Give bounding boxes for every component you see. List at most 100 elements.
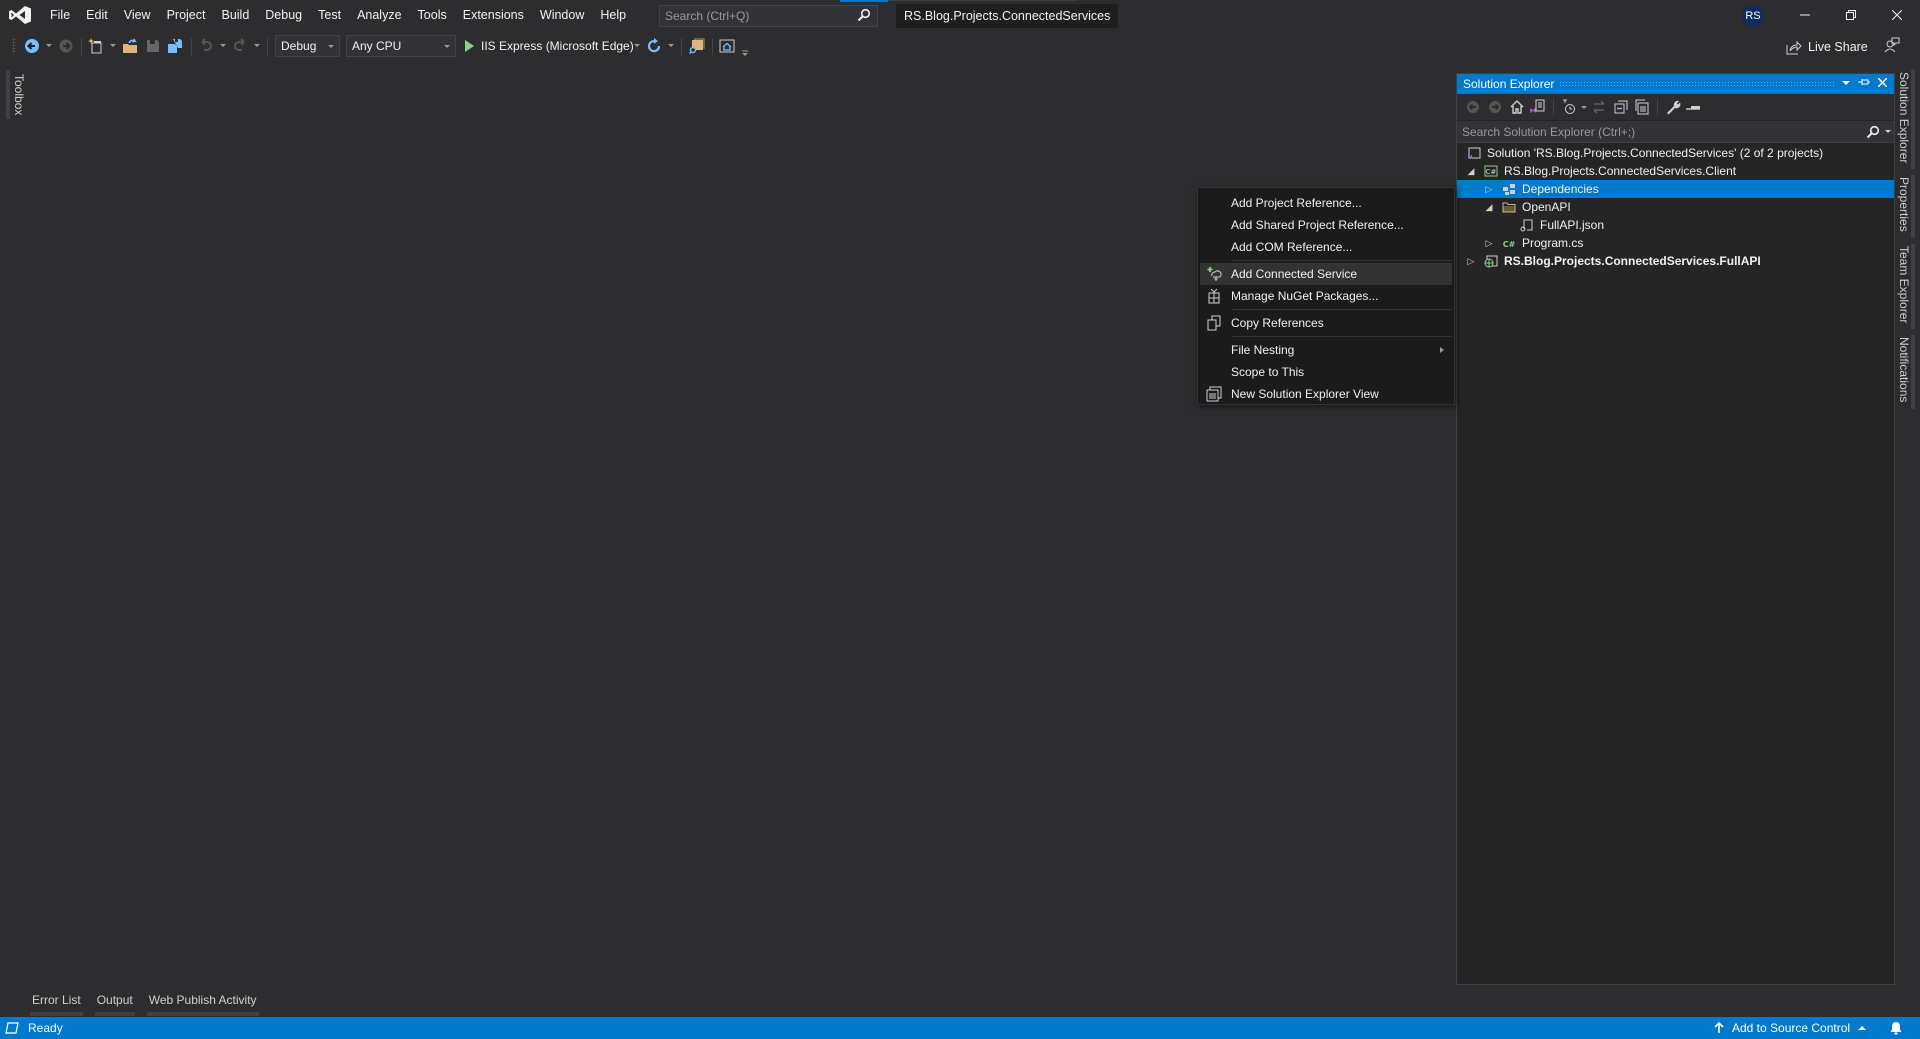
- refresh-dropdown[interactable]: [668, 44, 674, 47]
- toolbar-overflow-button[interactable]: [741, 46, 749, 56]
- close-icon: [1892, 10, 1902, 20]
- window-position-button[interactable]: [1838, 74, 1854, 94]
- pin-icon: [1858, 79, 1870, 85]
- collapsed-arrow-icon[interactable]: ▷: [1483, 234, 1495, 252]
- tree-item-fullapi-project[interactable]: ▷ RS.Blog.Projects.ConnectedServices.Ful…: [1457, 252, 1894, 270]
- csharp-project-icon: C#: [1484, 165, 1498, 177]
- solution-explorer-header[interactable]: Solution Explorer: [1457, 74, 1894, 94]
- tree-item-dependencies[interactable]: ▷ Dependencies: [1457, 180, 1894, 198]
- save-all-icon[interactable]: [167, 38, 183, 54]
- auto-hide-button[interactable]: [1856, 74, 1872, 94]
- menu-item-scope-to-this[interactable]: Scope to This: [1200, 361, 1452, 383]
- save-icon[interactable]: [145, 38, 161, 54]
- menu-extensions[interactable]: Extensions: [455, 0, 532, 30]
- close-panel-button[interactable]: [1874, 74, 1890, 94]
- menu-build[interactable]: Build: [213, 0, 257, 30]
- menu-window[interactable]: Window: [532, 0, 592, 30]
- navigate-back-dropdown[interactable]: [46, 44, 52, 47]
- menu-analyze[interactable]: Analyze: [349, 0, 409, 30]
- menu-file[interactable]: File: [42, 0, 78, 30]
- status-text: Ready: [28, 1021, 63, 1035]
- tab-team-explorer[interactable]: Team Explorer: [1895, 244, 1915, 330]
- sync-with-active-document-icon[interactable]: [1591, 99, 1607, 115]
- tab-output[interactable]: Output: [94, 990, 135, 1016]
- collapsed-arrow-icon[interactable]: ▷: [1465, 252, 1477, 270]
- start-debugging-button[interactable]: IIS Express (Microsoft Edge): [463, 36, 634, 56]
- navigate-forward-icon[interactable]: [58, 38, 74, 54]
- chevron-down-icon: [444, 45, 450, 48]
- notifications-bell-icon[interactable]: [1889, 1021, 1903, 1035]
- undo-dropdown[interactable]: [220, 44, 226, 47]
- redo-icon[interactable]: [232, 38, 248, 54]
- minimize-button[interactable]: [1782, 0, 1828, 30]
- solution-explorer-search-input[interactable]: Search Solution Explorer (Ctrl+;): [1457, 121, 1894, 143]
- pending-changes-filter-icon[interactable]: [1561, 99, 1577, 115]
- menu-item-add-shared-project-reference[interactable]: Add Shared Project Reference...: [1200, 214, 1452, 236]
- menu-debug[interactable]: Debug: [257, 0, 310, 30]
- new-project-dropdown[interactable]: [110, 44, 116, 47]
- home-icon[interactable]: [1509, 99, 1525, 115]
- arrow-up-icon: [1714, 1022, 1724, 1033]
- properties-wrench-icon[interactable]: [1665, 99, 1681, 115]
- menu-item-add-project-reference[interactable]: Add Project Reference...: [1200, 192, 1452, 214]
- menu-view[interactable]: View: [116, 0, 159, 30]
- browser-link-icon[interactable]: [719, 38, 735, 54]
- menu-item-add-com-reference[interactable]: Add COM Reference...: [1200, 236, 1452, 258]
- close-button[interactable]: [1874, 0, 1920, 30]
- solution-name: RS.Blog.Projects.ConnectedServices: [896, 4, 1119, 28]
- preview-selected-items-icon[interactable]: [1685, 99, 1701, 115]
- toolbar-grip[interactable]: [12, 38, 16, 54]
- switch-views-icon[interactable]: [1529, 99, 1545, 115]
- refresh-browser-icon[interactable]: [646, 38, 662, 54]
- solution-explorer-toolbar: [1457, 94, 1894, 120]
- collapsed-arrow-icon[interactable]: ▷: [1483, 180, 1495, 198]
- navigate-back-icon[interactable]: [24, 38, 40, 54]
- solution-configuration-value: Debug: [281, 39, 317, 53]
- tab-properties[interactable]: Properties: [1895, 175, 1915, 239]
- show-all-files-icon[interactable]: [1634, 99, 1650, 115]
- menu-tools[interactable]: Tools: [410, 0, 455, 30]
- open-file-icon[interactable]: [122, 38, 138, 54]
- collapse-all-icon[interactable]: [1613, 99, 1629, 115]
- forward-icon[interactable]: [1487, 99, 1503, 115]
- tree-item-fullapi-json[interactable]: FullAPI.json: [1457, 216, 1894, 234]
- filter-dropdown[interactable]: [1581, 106, 1587, 109]
- run-target-dropdown[interactable]: [634, 44, 640, 47]
- tab-error-list[interactable]: Error List: [30, 990, 83, 1016]
- tree-item-program-cs[interactable]: ▷ C# Program.cs: [1457, 234, 1894, 252]
- tree-item-client-project[interactable]: ◢ C# RS.Blog.Projects.ConnectedServices.…: [1457, 162, 1894, 180]
- quick-search-input[interactable]: Search (Ctrl+Q): [659, 5, 878, 27]
- menu-item-file-nesting[interactable]: File Nesting: [1200, 339, 1452, 361]
- undo-icon[interactable]: [198, 38, 214, 54]
- menu-item-copy-references[interactable]: Copy References: [1200, 312, 1452, 334]
- solution-platform-select[interactable]: Any CPU: [346, 35, 456, 57]
- search-options-dropdown-icon[interactable]: [1885, 130, 1891, 134]
- menu-project[interactable]: Project: [159, 0, 214, 30]
- tree-item-solution[interactable]: Solution 'RS.Blog.Projects.ConnectedServ…: [1457, 144, 1894, 162]
- expanded-arrow-icon[interactable]: ◢: [1483, 198, 1495, 216]
- add-to-source-control-button[interactable]: Add to Source Control: [1714, 1017, 1867, 1039]
- menu-edit[interactable]: Edit: [78, 0, 116, 30]
- run-target-label: IIS Express (Microsoft Edge): [481, 39, 634, 53]
- tab-notifications[interactable]: Notifications: [1895, 335, 1915, 409]
- redo-dropdown[interactable]: [254, 44, 260, 47]
- new-project-icon[interactable]: [88, 38, 104, 54]
- tab-web-publish-activity[interactable]: Web Publish Activity: [146, 990, 259, 1016]
- menu-item-manage-nuget-packages[interactable]: Manage NuGet Packages...: [1200, 285, 1452, 307]
- menu-test[interactable]: Test: [310, 0, 349, 30]
- menu-item-add-connected-service[interactable]: Add Connected Service: [1200, 263, 1452, 285]
- tree-item-openapi-folder[interactable]: ◢ OpenAPI: [1457, 198, 1894, 216]
- menu-help[interactable]: Help: [592, 0, 634, 30]
- restore-button[interactable]: [1828, 0, 1874, 30]
- back-icon[interactable]: [1465, 99, 1481, 115]
- solution-configuration-select[interactable]: Debug: [275, 35, 340, 57]
- find-in-files-icon[interactable]: [689, 38, 705, 54]
- toolbar-separator: [712, 38, 713, 56]
- feedback-icon[interactable]: [1884, 37, 1900, 53]
- menu-item-new-solution-explorer-view[interactable]: New Solution Explorer View: [1200, 383, 1452, 405]
- toolbox-tab[interactable]: Toolbox: [6, 70, 26, 120]
- expanded-arrow-icon[interactable]: ◢: [1465, 162, 1477, 180]
- tab-solution-explorer[interactable]: Solution Explorer: [1895, 70, 1915, 170]
- live-share-button[interactable]: Live Share: [1786, 36, 1868, 58]
- account-avatar[interactable]: RS: [1742, 5, 1764, 27]
